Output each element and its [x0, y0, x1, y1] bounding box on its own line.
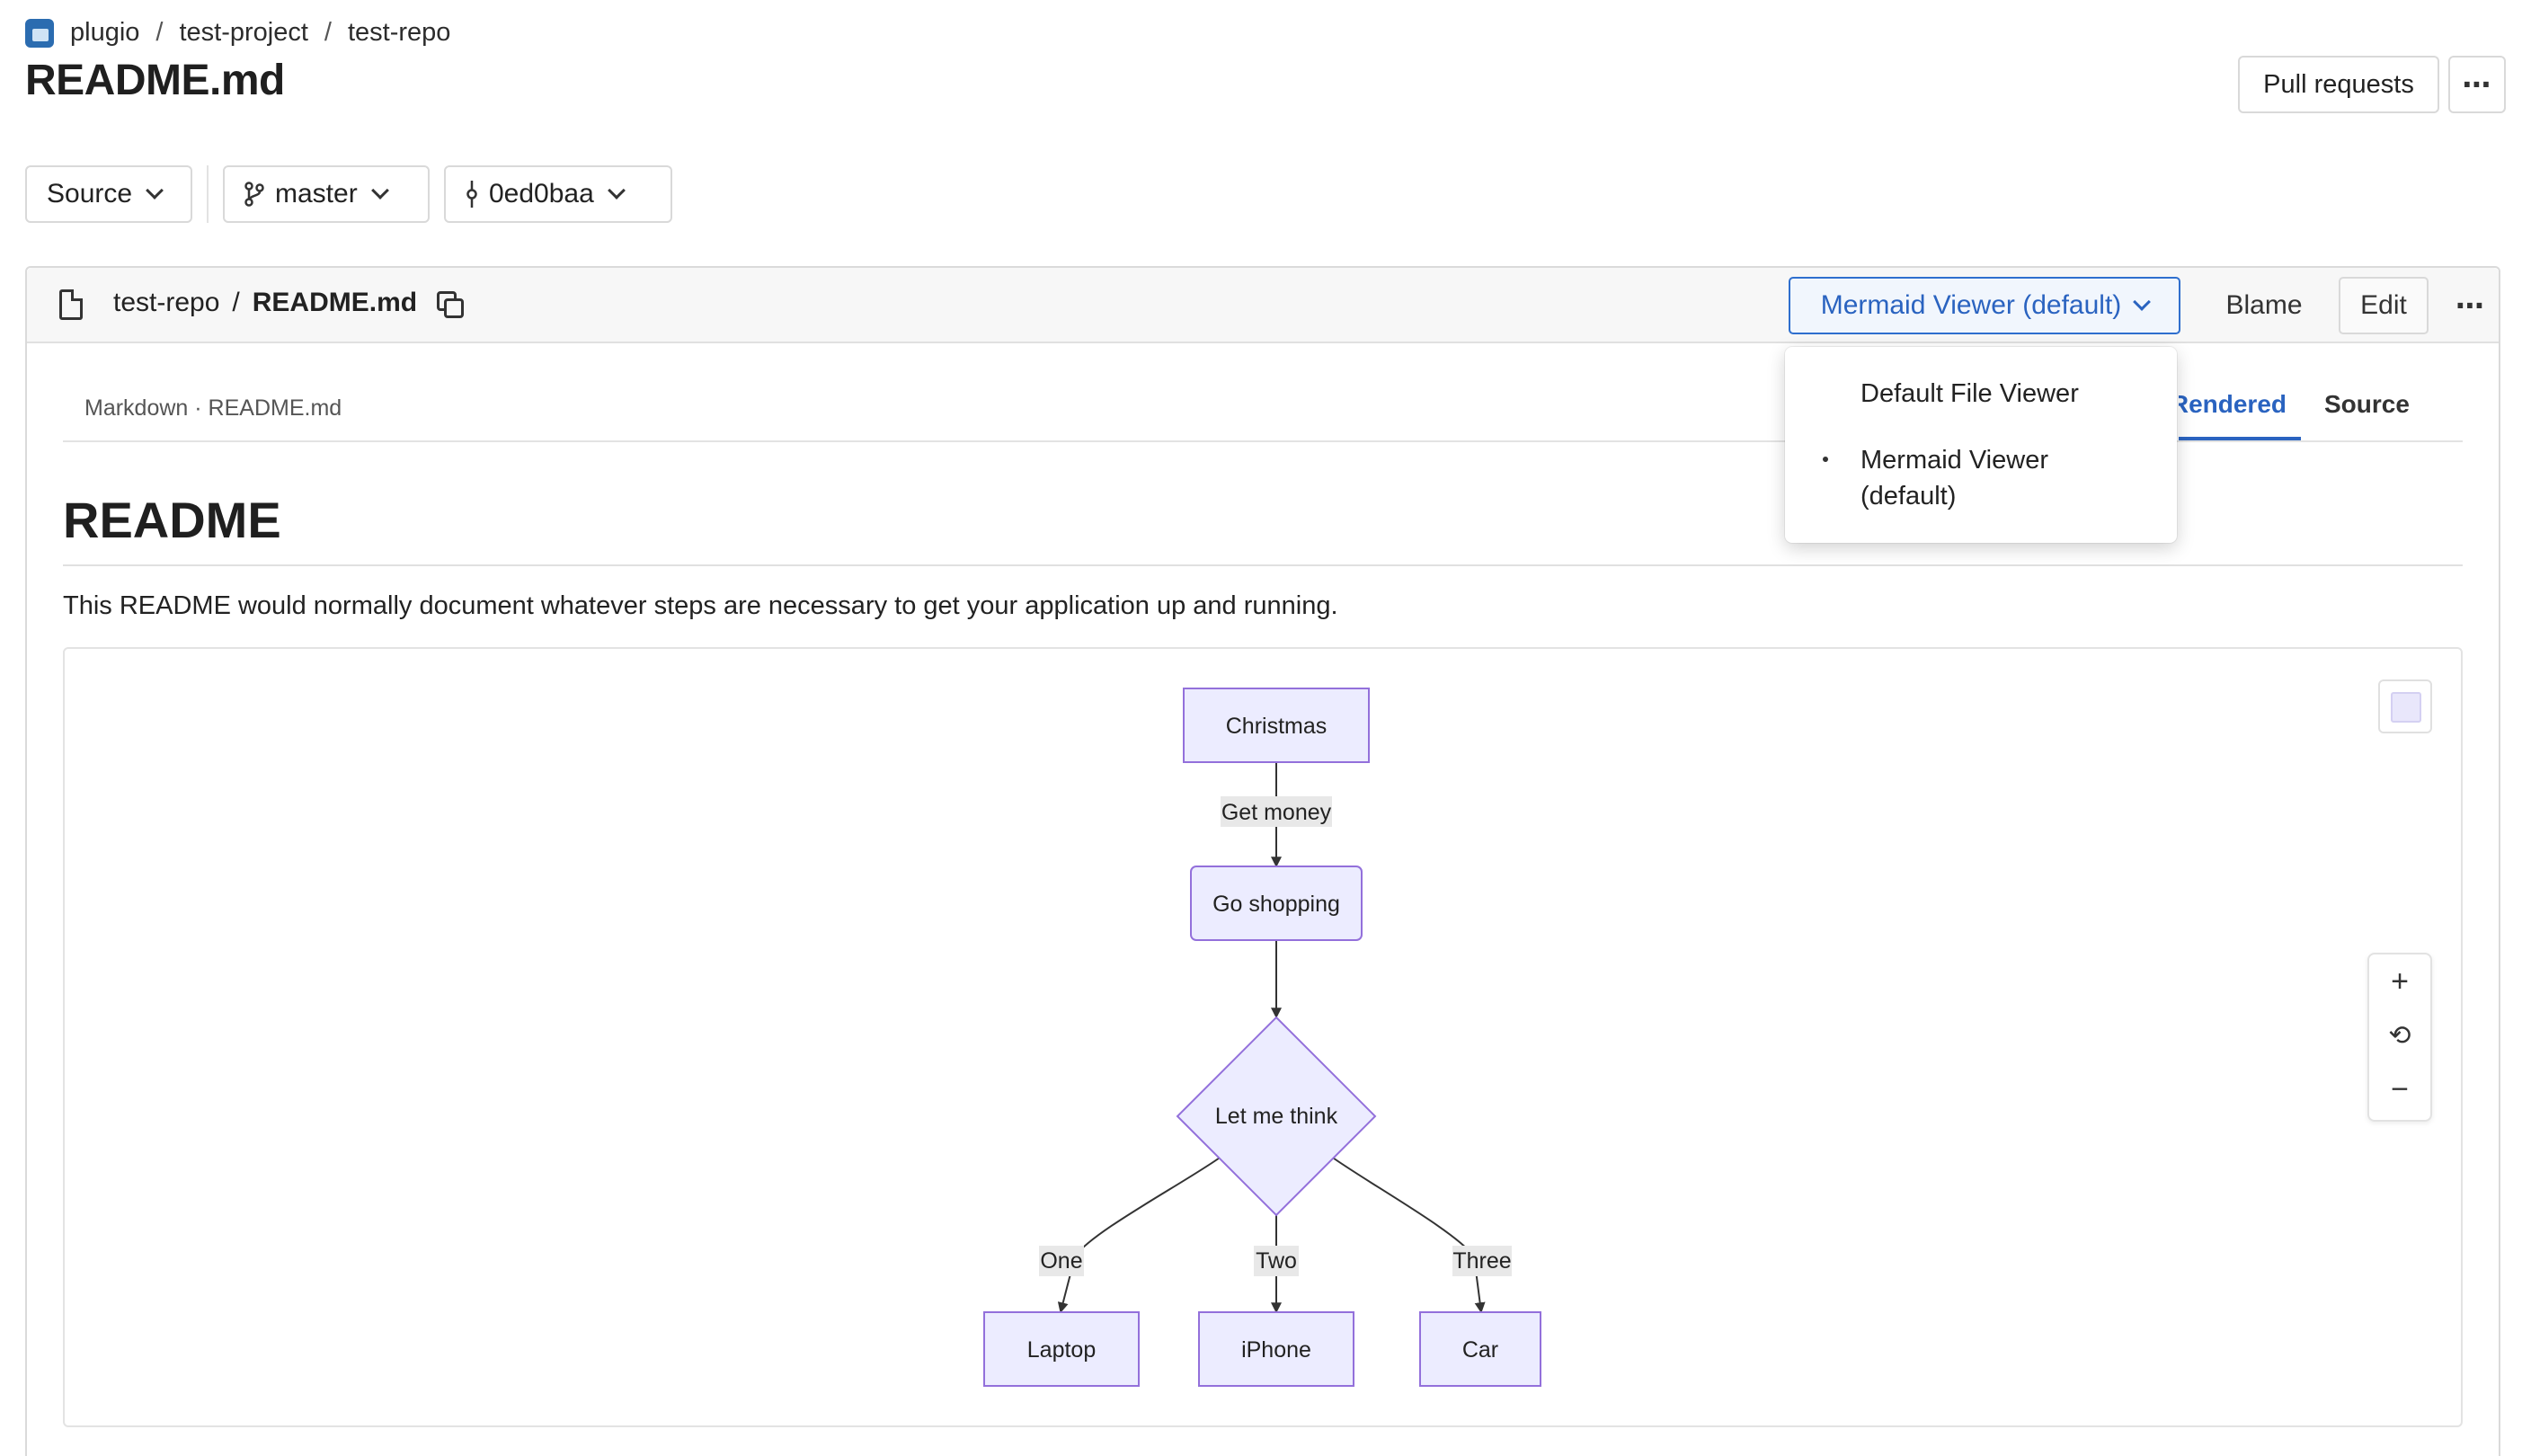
breadcrumb: plugio / test-project / test-repo	[25, 18, 450, 48]
svg-text:Get money: Get money	[1221, 800, 1332, 825]
edge-think-car	[1329, 1155, 1486, 1314]
heading-divider	[63, 564, 2463, 566]
svg-text:Laptop: Laptop	[1027, 1337, 1096, 1363]
fullscreen-icon	[2391, 692, 2421, 723]
menu-item-default-file-viewer[interactable]: Default File Viewer	[1860, 376, 2079, 412]
svg-text:Christmas: Christmas	[1226, 714, 1328, 739]
commit-selector-label: 0ed0baa	[489, 179, 594, 209]
viewer-dropdown-menu: Default File Viewer Mermaid Viewer (defa…	[1785, 347, 2177, 543]
breadcrumb-separator: /	[155, 18, 164, 47]
svg-text:Two: Two	[1256, 1248, 1297, 1274]
file-more-actions-button[interactable]: ⋯	[2445, 277, 2495, 334]
readme-heading: README	[63, 492, 281, 548]
file-path-repo[interactable]: test-repo	[113, 288, 219, 318]
zoom-in-button[interactable]: +	[2369, 954, 2430, 1008]
breadcrumb-item-test-repo[interactable]: test-repo	[348, 18, 450, 48]
mermaid-flowchart: Get money One Two Three Christmas Go sho…	[983, 688, 1541, 1387]
node-christmas[interactable]: Christmas	[1183, 688, 1370, 763]
content-meta: Markdown · README.md	[84, 395, 342, 421]
file-path-file: README.md	[252, 288, 418, 317]
node-laptop[interactable]: Laptop	[983, 1311, 1140, 1387]
svg-text:One: One	[1040, 1248, 1082, 1274]
source-selector[interactable]: Source	[25, 165, 192, 223]
viewer-select-button[interactable]: Mermaid Viewer (default)	[1789, 277, 2180, 334]
node-let-me-think[interactable]: Let me think	[1176, 1016, 1377, 1217]
file-path-separator: /	[232, 288, 240, 317]
zoom-controls: + ⟲ −	[2367, 953, 2432, 1122]
tab-source[interactable]: Source	[2324, 390, 2410, 419]
file-icon	[59, 289, 83, 320]
tab-rendered-label: Rendered	[2179, 390, 2287, 418]
edge-label-one: One	[1039, 1246, 1084, 1276]
file-path: test-repo / README.md	[113, 288, 417, 318]
zoom-out-button[interactable]: −	[2369, 1062, 2430, 1116]
svg-text:Let me think: Let me think	[1215, 1104, 1338, 1129]
edge-label-two: Two	[1254, 1246, 1299, 1276]
chevron-down-icon	[2133, 293, 2152, 311]
source-selector-label: Source	[47, 179, 133, 209]
pull-requests-button[interactable]: Pull requests	[2238, 56, 2439, 113]
breadcrumb-separator: /	[324, 18, 332, 47]
page-more-actions-button[interactable]: ⋯	[2448, 56, 2506, 113]
node-car[interactable]: Car	[1419, 1311, 1541, 1387]
fullscreen-toggle-button[interactable]	[2378, 679, 2432, 733]
viewer-select-label: Mermaid Viewer (default)	[1820, 290, 2122, 320]
commit-selector[interactable]: 0ed0baa	[444, 165, 672, 223]
breadcrumb-item-test-project[interactable]: test-project	[179, 18, 307, 48]
node-iphone[interactable]: iPhone	[1198, 1311, 1354, 1387]
edge-label-get-money: Get money	[1221, 796, 1332, 827]
chevron-down-icon	[607, 182, 626, 200]
branch-selector[interactable]: master	[223, 165, 430, 223]
svg-text:iPhone: iPhone	[1241, 1337, 1311, 1363]
selected-bullet-icon	[1823, 457, 1828, 462]
chevron-down-icon	[146, 182, 164, 200]
readme-paragraph: This README would normally document what…	[63, 591, 1338, 620]
edge-think-laptop	[1057, 1155, 1223, 1314]
svg-text:Car: Car	[1462, 1337, 1498, 1363]
selector-divider	[207, 165, 209, 223]
branch-selector-label: master	[275, 179, 358, 209]
svg-text:Go shopping: Go shopping	[1212, 892, 1340, 917]
edge-label-three: Three	[1452, 1246, 1512, 1276]
edit-button[interactable]: Edit	[2339, 277, 2429, 334]
node-go-shopping[interactable]: Go shopping	[1190, 866, 1363, 941]
blame-button[interactable]: Blame	[2207, 277, 2321, 334]
menu-item-mermaid-viewer[interactable]: Mermaid Viewer (default)	[1860, 442, 2130, 514]
tab-rendered[interactable]: Rendered	[2179, 390, 2301, 442]
commit-icon	[466, 181, 477, 208]
svg-text:Three: Three	[1452, 1248, 1511, 1274]
chevron-down-icon	[370, 182, 389, 200]
file-header: test-repo / README.md Mermaid Viewer (de…	[27, 268, 2499, 343]
copy-icon[interactable]	[437, 291, 464, 318]
page-title: README.md	[25, 57, 285, 104]
breadcrumb-item-plugio[interactable]: plugio	[70, 18, 139, 48]
zoom-reset-button[interactable]: ⟲	[2369, 1008, 2430, 1062]
branch-icon	[244, 182, 264, 207]
project-logo-icon	[25, 18, 54, 48]
